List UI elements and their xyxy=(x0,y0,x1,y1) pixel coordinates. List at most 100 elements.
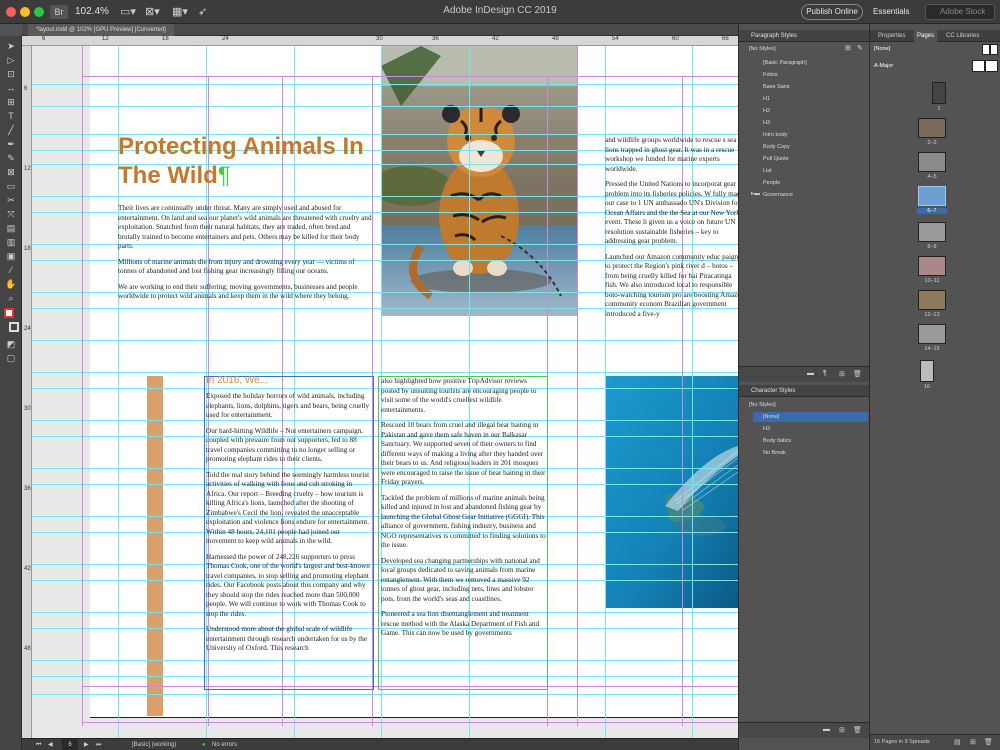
master-thumb[interactable] xyxy=(985,60,998,72)
clear-overrides-icon[interactable]: ¶ xyxy=(823,370,827,377)
preflight-status[interactable]: No errors xyxy=(212,739,237,750)
last-page-icon[interactable]: ⏭ xyxy=(96,739,101,750)
scissors-tool-icon[interactable]: ✂ xyxy=(4,194,18,206)
spread-thumb[interactable] xyxy=(918,256,946,276)
publish-online-button[interactable]: Publish Online xyxy=(801,4,863,20)
paragraph-styles-header[interactable]: Paragraph Styles xyxy=(739,30,870,42)
share-icon[interactable]: ➶ xyxy=(198,5,210,19)
tab-pages[interactable]: Pages xyxy=(914,30,938,42)
paragraph-style-item[interactable]: [Basic Paragraph] xyxy=(763,58,863,68)
workspace-switcher[interactable]: Essentials xyxy=(873,4,921,20)
sea-lion-image[interactable] xyxy=(605,376,738,608)
paragraph-style-item[interactable]: People xyxy=(763,178,863,188)
new-style-icon[interactable]: ⊞ xyxy=(845,44,851,52)
apply-color-icon[interactable]: ◩ xyxy=(4,338,18,350)
new-group-icon[interactable]: ▬ xyxy=(823,726,830,733)
paragraph-style-group[interactable]: Governance xyxy=(763,190,863,200)
new-style-icon[interactable]: ⊞ xyxy=(839,370,845,378)
new-group-icon[interactable]: ▬ xyxy=(807,370,814,377)
maximize-window-button[interactable] xyxy=(34,7,44,17)
direct-selection-tool-icon[interactable]: ▷ xyxy=(4,54,18,66)
character-style-item[interactable]: Body Italics xyxy=(763,436,863,446)
minimize-window-button[interactable] xyxy=(20,7,30,17)
pencil-tool-icon[interactable]: ✎ xyxy=(4,152,18,164)
delete-page-icon[interactable]: 🗑 xyxy=(984,738,993,746)
spread-thumb[interactable] xyxy=(918,152,946,172)
character-style-item[interactable]: [None] xyxy=(753,412,868,422)
article-headline[interactable]: Protecting Animals In The Wild¶ xyxy=(118,132,388,190)
column-2-text[interactable]: Exposed the holiday horrors of wild anim… xyxy=(206,392,372,688)
new-style-icon[interactable]: ⊞ xyxy=(839,726,845,734)
paragraph-style-item[interactable]: H3 xyxy=(763,118,863,128)
note-tool-icon[interactable]: ▣ xyxy=(4,250,18,262)
fill-swatch-icon[interactable] xyxy=(4,308,14,318)
hand-tool-icon[interactable]: ✋ xyxy=(4,278,18,290)
page-number-field[interactable]: 6 xyxy=(62,739,78,750)
first-page-icon[interactable]: ⏮ xyxy=(36,739,41,750)
tab-properties[interactable]: Properties xyxy=(878,30,905,42)
edit-page-size-icon[interactable]: ▤ xyxy=(954,738,961,746)
pen-tool-icon[interactable]: ✒ xyxy=(4,138,18,150)
paragraph-style-item[interactable]: Folios xyxy=(763,70,863,80)
character-style-item[interactable]: H3 xyxy=(763,424,863,434)
paragraph-style-item[interactable]: Intro body xyxy=(763,130,863,140)
new-page-icon[interactable]: ⊞ xyxy=(970,738,976,746)
section-subhead[interactable]: In 2016, We... xyxy=(206,375,268,386)
line-tool-icon[interactable]: ╱ xyxy=(4,124,18,136)
gradient-feather-tool-icon[interactable]: ▥ xyxy=(4,236,18,248)
spread-thumb-selected[interactable] xyxy=(918,186,946,206)
spread-thumb[interactable] xyxy=(918,118,946,138)
gradient-tool-icon[interactable]: ▤ xyxy=(4,222,18,234)
column-4-text[interactable]: and wildlife groups worldwide to rescue … xyxy=(605,136,738,346)
paragraph-style-item[interactable]: H2 xyxy=(763,106,863,116)
selection-tool-icon[interactable]: ➤ xyxy=(4,40,18,52)
character-style-item[interactable]: No Break xyxy=(763,448,863,458)
spread-thumb[interactable] xyxy=(918,222,946,242)
zoom-tool-icon[interactable]: ⌕ xyxy=(4,292,18,304)
rectangle-tool-icon[interactable]: ▭ xyxy=(4,180,18,192)
type-tool-icon[interactable]: T xyxy=(4,110,18,122)
content-collector-icon[interactable]: ⊞ xyxy=(4,96,18,108)
document-tab[interactable]: *layout.indd @ 102% [GPU Preview] [Conve… xyxy=(28,24,174,36)
delete-style-icon[interactable]: 🗑 xyxy=(853,370,862,378)
delete-style-icon[interactable]: 🗑 xyxy=(853,726,862,734)
page-tool-icon[interactable]: ⊡ xyxy=(4,68,18,80)
intro-text-frame[interactable]: Their lives are continually under threat… xyxy=(118,204,374,308)
paragraph-style-item[interactable]: H1 xyxy=(763,94,863,104)
eyedropper-tool-icon[interactable]: ⁄ xyxy=(4,264,18,276)
character-styles-header[interactable]: Character Styles xyxy=(739,385,870,397)
rectangle-frame-tool-icon[interactable]: ⊠ xyxy=(4,166,18,178)
master-thumb[interactable] xyxy=(972,60,985,72)
spread-thumb[interactable] xyxy=(918,290,946,310)
screen-mode-icon[interactable]: ▭▾ xyxy=(120,5,140,19)
screen-mode-normal-icon[interactable]: ▢ xyxy=(4,352,18,364)
paragraph-style-item[interactable]: List xyxy=(763,166,863,176)
column-3-text[interactable]: also highlighted how positive TripAdviso… xyxy=(381,377,547,688)
next-page-icon[interactable]: ▶ xyxy=(84,739,89,750)
paragraph-style-item[interactable]: Pull Quote xyxy=(763,154,863,164)
edit-style-icon[interactable]: ✎ xyxy=(857,44,863,52)
page-thumb[interactable] xyxy=(932,82,946,104)
close-window-button[interactable] xyxy=(6,7,16,17)
master-a-major[interactable]: A-Major xyxy=(874,61,974,71)
gap-tool-icon[interactable]: ↔ xyxy=(4,82,18,94)
prev-page-icon[interactable]: ◀ xyxy=(48,739,53,750)
none-master[interactable]: [None] xyxy=(874,44,974,54)
paragraph-style-item[interactable]: Body Copy xyxy=(763,142,863,152)
stroke-swatch-icon[interactable] xyxy=(9,322,19,332)
arrange-documents-icon[interactable]: ▦▾ xyxy=(172,5,192,19)
zoom-level-field[interactable]: 102.4% xyxy=(75,4,115,20)
tab-cc-libraries[interactable]: CC Libraries xyxy=(946,30,979,42)
view-options-icon[interactable]: ⊠▾ xyxy=(145,5,165,19)
spread-thumb[interactable] xyxy=(918,324,946,344)
ruler-mark: 60 xyxy=(672,36,679,42)
page-thumb[interactable] xyxy=(920,360,934,382)
none-master-thumb[interactable] xyxy=(990,44,998,55)
free-transform-tool-icon[interactable]: ⤧ xyxy=(4,208,18,220)
none-master-thumb[interactable] xyxy=(982,44,990,55)
document-canvas[interactable]: Protecting Animals In The Wild¶ Their li… xyxy=(32,46,738,738)
preflight-profile[interactable]: [Basic] (working) xyxy=(132,739,176,750)
paragraph-style-item[interactable]: Base Sans xyxy=(763,82,863,92)
bridge-icon[interactable]: Br xyxy=(50,5,68,19)
stock-search-input[interactable]: Adobe Stock xyxy=(925,4,995,20)
